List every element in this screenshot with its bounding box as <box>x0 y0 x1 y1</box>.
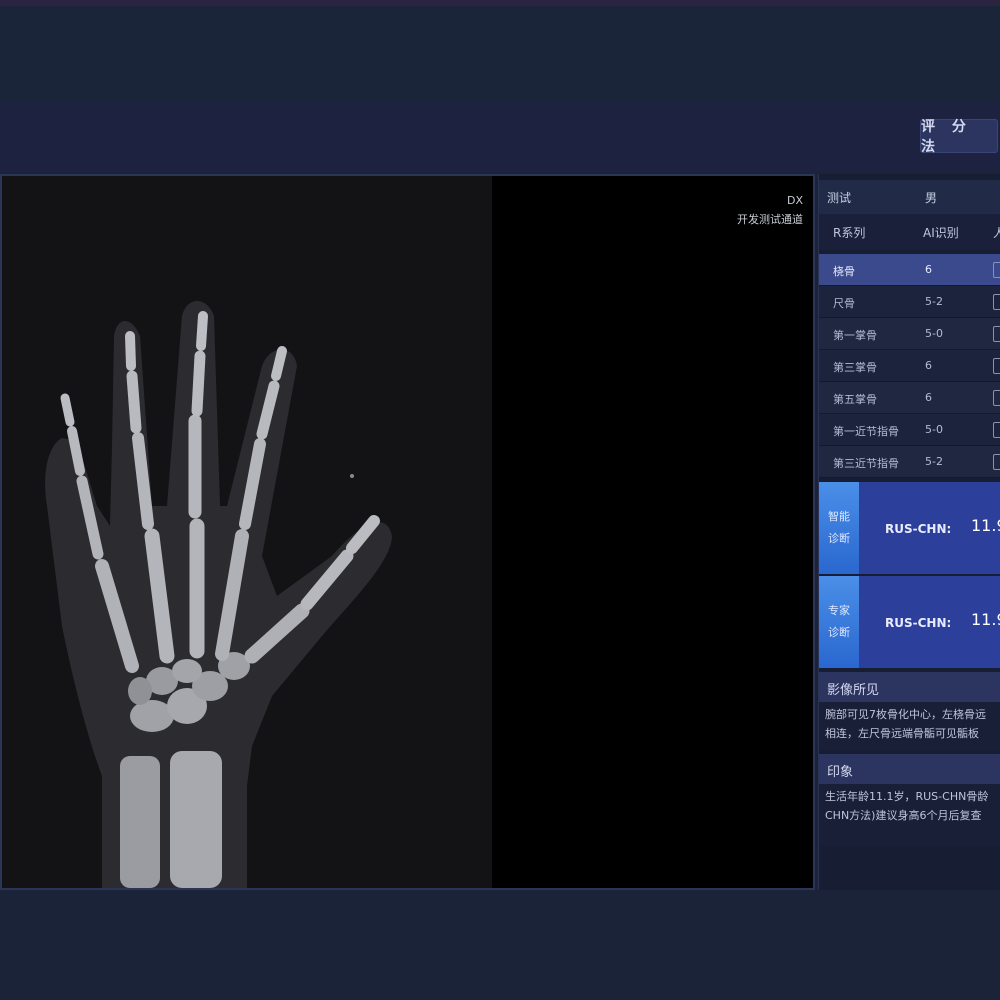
smart-method-label: RUS-CHN: <box>885 522 952 536</box>
expert-diagnosis-block: 专家 诊断 RUS-CHN: 11.9 <box>819 576 1000 668</box>
findings-line: 腕部可见7枚骨化中心，左桡骨远 <box>825 708 986 721</box>
bone-row[interactable]: 第一掌骨 5-0 <box>819 318 1000 350</box>
bone-row[interactable]: 第五掌骨 6 <box>819 382 1000 414</box>
app-screen: 评 分 法 DX 开发测试通道 测试 男 R系列 AI识别 桡骨 6 尺骨 5-… <box>0 0 1000 1000</box>
ai-stage: 5-2 <box>925 455 943 468</box>
ai-stage: 5-0 <box>925 327 943 340</box>
bone-row[interactable]: 尺骨 5-2 <box>819 286 1000 318</box>
impression-text[interactable]: 生活年龄11.1岁，RUS-CHN骨龄 CHN方法)建议身高6个月后复查 <box>819 784 1000 846</box>
bone-row[interactable]: 第三掌骨 6 <box>819 350 1000 382</box>
smart-bone-age-value: 11.9 <box>971 516 1000 535</box>
header-ai: AI识别 <box>923 226 959 240</box>
expert-bone-age-value[interactable]: 11.9 <box>971 610 1000 629</box>
image-viewer[interactable]: DX 开发测试通道 <box>0 174 815 890</box>
bone-name: 第三近节指骨 <box>833 457 899 470</box>
header-manual: 人 <box>993 224 1000 241</box>
patient-info-row: 测试 男 <box>819 180 1000 214</box>
score-method-button[interactable]: 评 分 法 <box>920 119 998 155</box>
manual-stage-select[interactable] <box>993 262 1000 278</box>
expert-tag-top: 专家 <box>828 604 850 617</box>
bone-name: 桡骨 <box>833 265 855 278</box>
impression-line: 生活年龄11.1岁，RUS-CHN骨龄 <box>825 790 989 803</box>
ai-stage: 6 <box>925 359 932 372</box>
impression-line: CHN方法)建议身高6个月后复查 <box>825 809 982 822</box>
header-series: R系列 <box>833 226 866 240</box>
patient-sex: 男 <box>925 190 938 205</box>
hand-xray-image[interactable] <box>2 176 492 888</box>
bone-row[interactable]: 桡骨 6 <box>819 254 1000 286</box>
manual-stage-select[interactable] <box>993 326 1000 342</box>
manual-stage-select[interactable] <box>993 454 1000 470</box>
toolbar <box>0 102 1000 172</box>
bone-row[interactable]: 第一近节指骨 5-0 <box>819 414 1000 446</box>
viewer-empty-area[interactable] <box>492 176 813 888</box>
ai-stage: 6 <box>925 391 932 404</box>
hand-xray-drawing <box>45 301 392 888</box>
impression-title: 印象 <box>819 754 1000 784</box>
bone-name: 第五掌骨 <box>833 393 877 406</box>
ai-stage: 6 <box>925 263 932 276</box>
smart-diagnosis-tag: 智能 诊断 <box>819 482 859 574</box>
bone-name: 尺骨 <box>833 297 855 310</box>
ai-stage: 5-2 <box>925 295 943 308</box>
findings-title: 影像所见 <box>819 672 1000 702</box>
footer-area <box>0 892 1000 1000</box>
modality-label: DX <box>786 194 803 207</box>
patient-name: 测试 <box>827 190 852 205</box>
manual-stage-select[interactable] <box>993 390 1000 406</box>
expert-diagnosis-tag: 专家 诊断 <box>819 576 859 668</box>
ai-stage: 5-0 <box>925 423 943 436</box>
expert-tag-bottom: 诊断 <box>828 626 850 639</box>
bone-name: 第一近节指骨 <box>833 425 899 438</box>
channel-label: 开发测试通道 <box>737 213 803 226</box>
manual-stage-select[interactable] <box>993 294 1000 310</box>
findings-text[interactable]: 腕部可见7枚骨化中心，左桡骨远 相连，左尺骨远端骨骺可见骺板 <box>819 702 1000 750</box>
bone-row[interactable]: 第三近节指骨 5-2 <box>819 446 1000 478</box>
manual-stage-select[interactable] <box>993 422 1000 438</box>
assessment-panel: 测试 男 R系列 AI识别 人 桡骨 6 尺骨 5-2 第一掌骨 5-0 第三掌… <box>818 174 1000 890</box>
header-area <box>0 6 1000 102</box>
findings-line: 相连，左尺骨远端骨骺可见骺板 <box>825 727 979 740</box>
smart-diagnosis-block: 智能 诊断 RUS-CHN: 11.9 <box>819 482 1000 574</box>
bone-table-header: R系列 AI识别 人 <box>819 214 1000 250</box>
smart-tag-top: 智能 <box>828 510 850 523</box>
manual-stage-select[interactable] <box>993 358 1000 374</box>
expert-method-label: RUS-CHN: <box>885 616 952 630</box>
bone-name: 第一掌骨 <box>833 329 877 342</box>
smart-tag-bottom: 诊断 <box>828 532 850 545</box>
bone-name: 第三掌骨 <box>833 361 877 374</box>
